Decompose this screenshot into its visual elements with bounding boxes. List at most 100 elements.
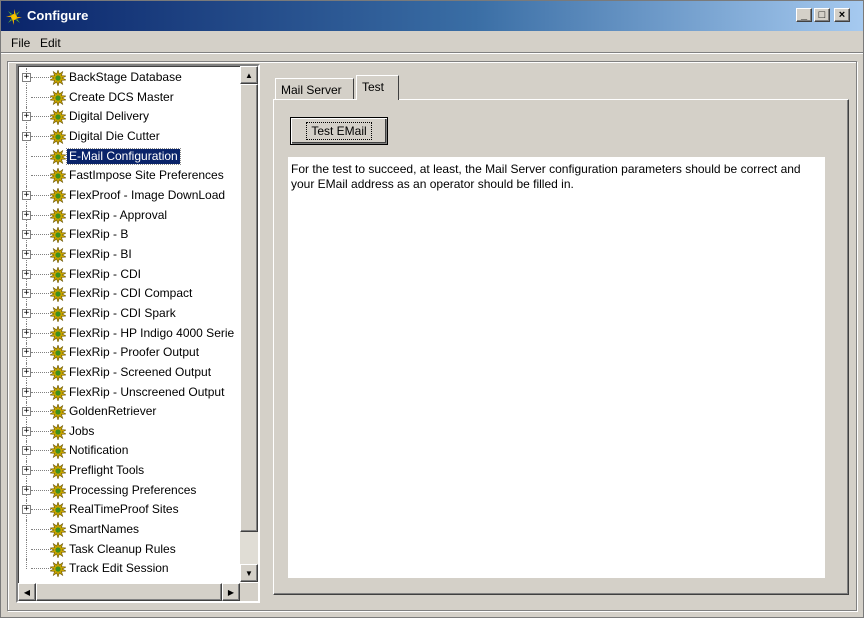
gear-icon: [50, 246, 66, 263]
tree-item[interactable]: + Digital Delivery: [18, 107, 240, 127]
expand-icon[interactable]: +: [22, 466, 31, 476]
tree-item[interactable]: + FlexRip - B: [18, 225, 240, 245]
menu-edit[interactable]: Edit: [40, 36, 61, 50]
window-title: Configure: [27, 8, 89, 23]
expand-icon[interactable]: +: [22, 505, 31, 515]
tree-horizontal-scrollbar[interactable]: ◀ ▶: [18, 583, 240, 601]
expand-icon[interactable]: +: [22, 269, 31, 279]
test-email-button-label: Test EMail: [306, 122, 372, 140]
expand-icon[interactable]: +: [22, 367, 31, 377]
test-email-button[interactable]: Test EMail: [290, 117, 388, 145]
expand-icon[interactable]: +: [22, 387, 31, 397]
tree-connector: [26, 87, 27, 108]
tree-item-label: FlexRip - CDI: [69, 266, 142, 281]
tree-item-label: FlexRip - Screened Output: [69, 364, 212, 379]
expand-icon[interactable]: +: [22, 210, 31, 220]
expand-icon[interactable]: +: [22, 73, 31, 82]
tree-item[interactable]: + Digital Die Cutter: [18, 126, 240, 147]
expand-icon[interactable]: +: [22, 328, 31, 338]
expand-icon[interactable]: +: [22, 289, 31, 299]
tree-branch-line: [31, 96, 51, 98]
tree-item[interactable]: Task Cleanup Rules: [18, 539, 240, 560]
tab-mail-server[interactable]: Mail Server: [275, 78, 354, 100]
tree-item[interactable]: + Processing Preferences: [18, 480, 240, 501]
scroll-thumb[interactable]: [240, 84, 258, 532]
tree-item[interactable]: + FlexRip - Approval: [18, 205, 240, 226]
title-bar[interactable]: Configure _ □ ×: [1, 1, 863, 31]
test-message-text: For the test to succeed, at least, the M…: [291, 162, 801, 191]
tree-item[interactable]: + FlexRip - Screened Output: [18, 362, 240, 383]
tree-branch-line: [31, 332, 51, 334]
tree-item-label: Track Edit Session: [69, 561, 169, 576]
maximize-icon: □: [818, 8, 826, 21]
expand-icon[interactable]: +: [22, 249, 31, 259]
tree-item[interactable]: Create DCS Master: [18, 87, 240, 108]
scroll-down-button[interactable]: ▼: [240, 564, 258, 582]
scroll-left-button[interactable]: ◀: [18, 583, 36, 601]
horizontal-scroll-thumb[interactable]: [36, 583, 222, 601]
expand-icon[interactable]: +: [22, 112, 31, 122]
tree-item[interactable]: + BackStage Database: [18, 68, 240, 88]
tree-item[interactable]: E-Mail Configuration: [18, 146, 240, 167]
expand-icon[interactable]: +: [22, 230, 31, 240]
expand-icon[interactable]: +: [22, 190, 31, 200]
tree-item[interactable]: Track Edit Session: [18, 559, 240, 579]
tree-item[interactable]: + Preflight Tools: [18, 461, 240, 481]
tree-item[interactable]: + GoldenRetriever: [18, 402, 240, 422]
tab-test[interactable]: Test: [356, 75, 399, 100]
expand-icon[interactable]: +: [22, 426, 31, 436]
tree-item[interactable]: + FlexProof - Image DownLoad: [18, 185, 240, 206]
tree-connector: [26, 559, 27, 570]
tree-item-label: FlexRip - B: [69, 227, 129, 242]
gear-icon: [50, 286, 66, 303]
gear-icon: [50, 266, 66, 283]
expand-icon[interactable]: +: [22, 131, 31, 141]
tree-branch-line: [31, 430, 51, 432]
tree-vertical-scrollbar[interactable]: ▲ ▼: [240, 66, 258, 582]
tab-mail-server-label: Mail Server: [281, 83, 342, 97]
tree-item[interactable]: SmartNames: [18, 520, 240, 540]
tree-branch-line: [31, 352, 51, 354]
maximize-button[interactable]: □: [814, 8, 830, 22]
arrow-up-icon: ▲: [245, 70, 253, 80]
tree-item[interactable]: + FlexRip - Proofer Output: [18, 343, 240, 363]
tree-item-label: FlexRip - CDI Compact: [69, 286, 193, 301]
tree-item-label: BackStage Database: [69, 70, 182, 84]
tree-branch-line: [31, 568, 51, 570]
tree-item[interactable]: + FlexRip - CDI Spark: [18, 303, 240, 324]
tree-item-label: SmartNames: [69, 522, 140, 537]
tree-item[interactable]: + FlexRip - CDI: [18, 264, 240, 285]
expand-icon[interactable]: +: [22, 308, 31, 318]
tree-item-label: FlexRip - CDI Spark: [69, 305, 176, 320]
menu-file[interactable]: File: [11, 36, 30, 50]
expand-icon[interactable]: +: [22, 446, 31, 456]
tree-item[interactable]: + FlexRip - CDI Compact: [18, 284, 240, 304]
config-tree[interactable]: + BackStage Database Create DCS Master + Dig…: [16, 64, 260, 603]
tree-item[interactable]: + FlexRip - Unscreened Output: [18, 382, 240, 403]
tree-branch-line: [31, 155, 51, 157]
gear-icon: [50, 463, 66, 480]
tree-item-label: FastImpose Site Preferences: [69, 168, 224, 183]
test-message-box: For the test to succeed, at least, the M…: [287, 156, 826, 579]
tree-branch-line: [31, 529, 51, 531]
scroll-up-button[interactable]: ▲: [240, 66, 258, 84]
close-button[interactable]: ×: [834, 8, 850, 22]
tree-item-label: GoldenRetriever: [69, 404, 157, 419]
tree-branch-line: [31, 273, 51, 275]
tree-item[interactable]: + RealTimeProof Sites: [18, 500, 240, 521]
tree-item[interactable]: + Notification: [18, 441, 240, 462]
tree-item[interactable]: + Jobs: [18, 421, 240, 442]
gear-icon: [50, 384, 66, 401]
tree-branch-line: [31, 175, 51, 177]
tree-item-label: Jobs: [69, 423, 95, 438]
tree-item[interactable]: + FlexRip - BI: [18, 244, 240, 265]
tree-item-label: FlexProof - Image DownLoad: [69, 187, 226, 202]
tree-branch-line: [31, 450, 51, 452]
expand-icon[interactable]: +: [22, 485, 31, 495]
minimize-button[interactable]: _: [796, 8, 812, 22]
scroll-right-button[interactable]: ▶: [222, 583, 240, 601]
tree-item[interactable]: FastImpose Site Preferences: [18, 166, 240, 186]
tree-item[interactable]: + FlexRip - HP Indigo 4000 Serie: [18, 323, 240, 344]
expand-icon[interactable]: +: [22, 348, 31, 358]
expand-icon[interactable]: +: [22, 407, 31, 417]
